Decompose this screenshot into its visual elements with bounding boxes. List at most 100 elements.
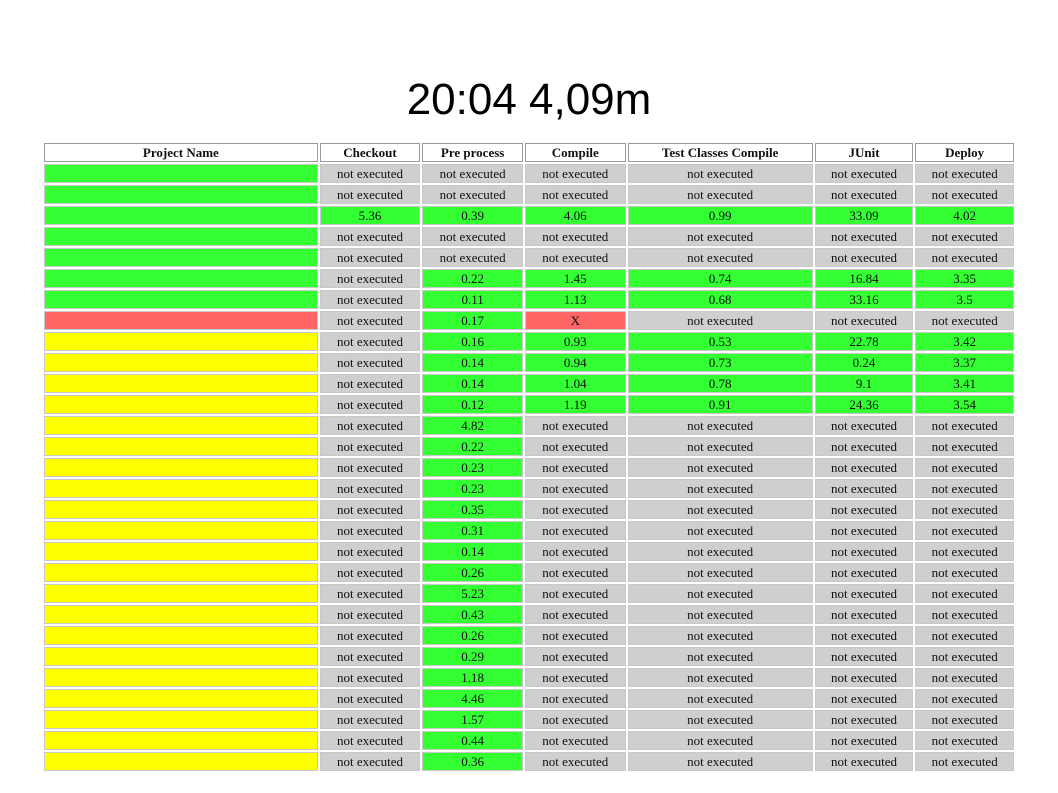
junit-cell: not executed — [814, 731, 914, 750]
checkout-cell: not executed — [319, 332, 421, 351]
compile-cell: 1.19 — [524, 395, 626, 414]
table-row: not executed 0.44 not executed not executed… — [44, 731, 1014, 750]
table-row: not executed 1.57 not executed not executed… — [44, 710, 1014, 729]
table-row: not executed not executed not executed not … — [44, 248, 1014, 267]
table-row: not executed 0.16 0.93 0.53 22.78 3.42 — [44, 332, 1014, 351]
checkout-cell: not executed — [319, 227, 421, 246]
project-name-cell — [44, 290, 318, 309]
compile-cell: 1.45 — [524, 269, 626, 288]
pre-process-cell: 0.26 — [422, 626, 523, 645]
column-header-compile: Compile — [524, 143, 626, 162]
pre-process-cell: 4.46 — [422, 689, 523, 708]
test-classes-compile-cell: not executed — [627, 584, 813, 603]
pre-process-cell: not executed — [422, 164, 523, 183]
test-classes-compile-cell: not executed — [627, 605, 813, 624]
table-row: not executed 0.11 1.13 0.68 33.16 3.5 — [44, 290, 1014, 309]
table-row: not executed 0.31 not executed not executed… — [44, 521, 1014, 540]
test-classes-compile-cell: 0.53 — [627, 332, 813, 351]
table-body: not executed not executed not executed not … — [44, 164, 1014, 771]
pre-process-cell: 0.14 — [422, 542, 523, 561]
pre-process-cell: 0.35 — [422, 500, 523, 519]
test-classes-compile-cell: 0.68 — [627, 290, 813, 309]
junit-cell: 33.16 — [814, 290, 914, 309]
deploy-cell: not executed — [915, 479, 1014, 498]
checkout-cell: not executed — [319, 689, 421, 708]
junit-cell: not executed — [814, 689, 914, 708]
junit-cell: 16.84 — [814, 269, 914, 288]
junit-cell: not executed — [814, 227, 914, 246]
compile-cell: not executed — [524, 248, 626, 267]
checkout-cell: not executed — [319, 521, 421, 540]
deploy-cell: not executed — [915, 668, 1014, 687]
junit-cell: 22.78 — [814, 332, 914, 351]
junit-cell: not executed — [814, 458, 914, 477]
column-header-deploy: Deploy — [915, 143, 1014, 162]
compile-cell: not executed — [524, 437, 626, 456]
compile-cell: not executed — [524, 689, 626, 708]
compile-cell: not executed — [524, 500, 626, 519]
project-name-cell — [44, 668, 318, 687]
column-header-junit: JUnit — [814, 143, 914, 162]
table-row: not executed 0.14 0.94 0.73 0.24 3.37 — [44, 353, 1014, 372]
column-header-checkout: Checkout — [319, 143, 421, 162]
table-row: not executed 0.43 not executed not executed… — [44, 605, 1014, 624]
checkout-cell: not executed — [319, 542, 421, 561]
deploy-cell: not executed — [915, 185, 1014, 204]
junit-cell: not executed — [814, 647, 914, 666]
test-classes-compile-cell: not executed — [627, 542, 813, 561]
checkout-cell: not executed — [319, 185, 421, 204]
checkout-cell: not executed — [319, 647, 421, 666]
compile-cell: not executed — [524, 731, 626, 750]
test-classes-compile-cell: not executed — [627, 731, 813, 750]
project-name-cell — [44, 542, 318, 561]
junit-cell: 9.1 — [814, 374, 914, 393]
test-classes-compile-cell: 0.78 — [627, 374, 813, 393]
test-classes-compile-cell: not executed — [627, 185, 813, 204]
compile-cell: not executed — [524, 416, 626, 435]
junit-cell: not executed — [814, 668, 914, 687]
project-name-cell — [44, 458, 318, 477]
deploy-cell: 3.54 — [915, 395, 1014, 414]
pre-process-cell: 0.26 — [422, 563, 523, 582]
test-classes-compile-cell: not executed — [627, 416, 813, 435]
test-classes-compile-cell: not executed — [627, 710, 813, 729]
test-classes-compile-cell: not executed — [627, 668, 813, 687]
table-row: not executed 0.26 not executed not executed… — [44, 626, 1014, 645]
page-title: 20:04 4,09m — [406, 75, 652, 124]
project-name-cell — [44, 332, 318, 351]
compile-cell: not executed — [524, 605, 626, 624]
project-name-cell — [44, 521, 318, 540]
checkout-cell: not executed — [319, 605, 421, 624]
checkout-cell: not executed — [319, 395, 421, 414]
deploy-cell: 3.37 — [915, 353, 1014, 372]
deploy-cell: not executed — [915, 437, 1014, 456]
test-classes-compile-cell: not executed — [627, 311, 813, 330]
column-header-test-classes-compile: Test Classes Compile — [627, 143, 813, 162]
checkout-cell: not executed — [319, 479, 421, 498]
deploy-cell: not executed — [915, 311, 1014, 330]
junit-cell: 0.24 — [814, 353, 914, 372]
test-classes-compile-cell: not executed — [627, 752, 813, 771]
pre-process-cell: 0.31 — [422, 521, 523, 540]
pre-process-cell: 0.22 — [422, 269, 523, 288]
junit-cell: not executed — [814, 185, 914, 204]
table-row: not executed 0.23 not executed not executed… — [44, 479, 1014, 498]
checkout-cell: not executed — [319, 458, 421, 477]
pre-process-cell: 4.82 — [422, 416, 523, 435]
project-name-cell — [44, 164, 318, 183]
junit-cell: not executed — [814, 563, 914, 582]
compile-cell: not executed — [524, 752, 626, 771]
table-row: not executed 0.26 not executed not executed… — [44, 563, 1014, 582]
pre-process-cell: 5.23 — [422, 584, 523, 603]
test-classes-compile-cell: 0.99 — [627, 206, 813, 225]
compile-cell: 0.94 — [524, 353, 626, 372]
deploy-cell: not executed — [915, 458, 1014, 477]
table-row: 5.36 0.39 4.06 0.99 33.09 4.02 — [44, 206, 1014, 225]
table-row: not executed 0.17 Xnot executed not execute… — [44, 311, 1014, 330]
project-name-cell — [44, 605, 318, 624]
compile-cell: not executed — [524, 542, 626, 561]
project-name-cell — [44, 731, 318, 750]
table-row: not executed 1.18 not executed not executed… — [44, 668, 1014, 687]
test-classes-compile-cell: not executed — [627, 437, 813, 456]
deploy-cell: not executed — [915, 626, 1014, 645]
